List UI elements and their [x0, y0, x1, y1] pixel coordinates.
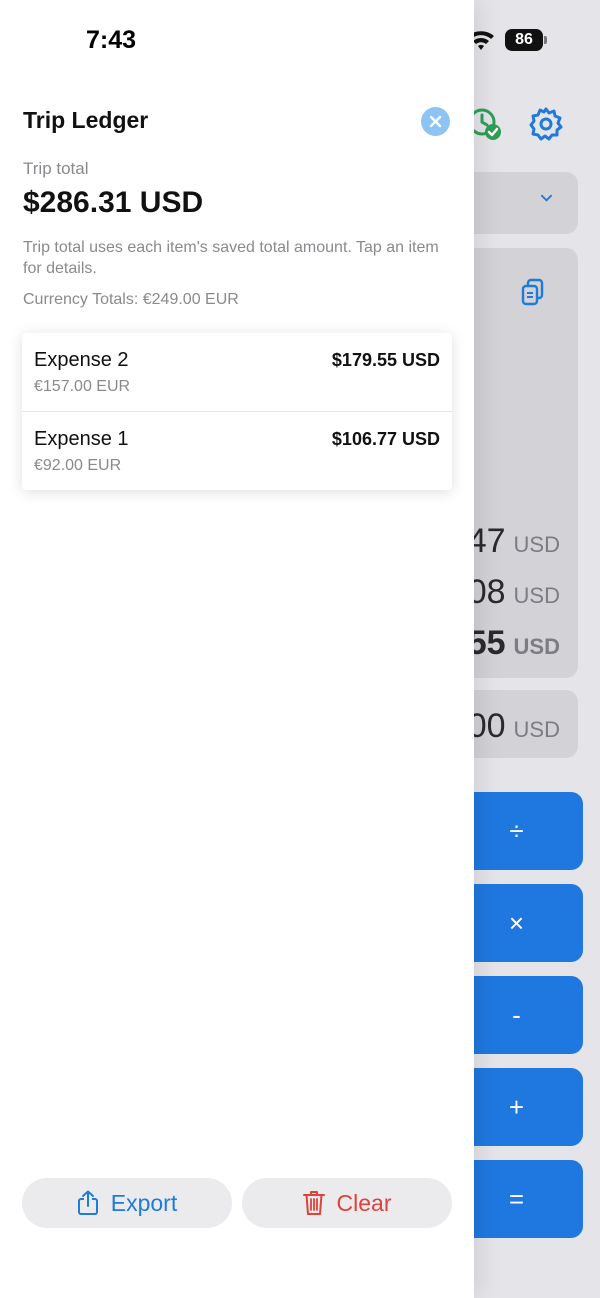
copy-icon[interactable]: [519, 278, 547, 306]
expense-original-amount: €92.00 EUR: [34, 457, 122, 474]
currency-totals: Currency Totals: €249.00 EUR: [23, 291, 239, 308]
trash-icon: [302, 1191, 325, 1215]
expense-name: Expense 2: [34, 349, 129, 371]
trip-total-description: Trip total uses each item's saved total …: [23, 239, 439, 277]
clear-label: Clear: [336, 1189, 392, 1216]
result-line-total: 55 USD: [468, 624, 560, 663]
battery-cap: [544, 36, 547, 44]
chevron-down-icon: [541, 194, 552, 202]
expense-original-amount: €157.00 EUR: [34, 378, 131, 395]
trip-total-value: $286.31 USD: [23, 186, 204, 219]
gear-icon[interactable]: [528, 106, 564, 142]
close-button[interactable]: [421, 107, 450, 136]
input-line: 00 USD: [468, 707, 560, 746]
expense-amount: $106.77 USD: [331, 429, 440, 449]
input-currency: USD: [513, 717, 560, 742]
expense-amount: $179.55 USD: [331, 350, 440, 370]
expense-list: Expense 2 $179.55 USD €157.00 EUR Expens…: [22, 333, 452, 490]
expense-name: Expense 1: [34, 428, 129, 450]
status-time: 7:43: [86, 26, 137, 54]
close-icon: [429, 115, 442, 128]
result-line: 08 USD: [468, 573, 560, 612]
expense-row[interactable]: Expense 1 $106.77 USD €92.00 EUR: [22, 411, 452, 489]
share-icon: [77, 1190, 98, 1215]
trip-total-label: Trip total: [23, 159, 89, 178]
battery-icon: 86: [505, 29, 543, 51]
clear-button[interactable]: Clear: [242, 1178, 452, 1228]
export-label: Export: [110, 1189, 178, 1216]
export-button[interactable]: Export: [22, 1178, 232, 1228]
drawer-title: Trip Ledger: [23, 107, 149, 133]
result-currency: USD: [513, 532, 560, 557]
result-line: 47 USD: [468, 522, 560, 561]
result-currency: USD: [513, 583, 560, 608]
trip-ledger-drawer: 7:43 Trip Ledger Trip total $286.31 USD …: [0, 0, 474, 1298]
result-currency: USD: [513, 634, 560, 659]
expense-row[interactable]: Expense 2 $179.55 USD €157.00 EUR: [22, 333, 452, 411]
